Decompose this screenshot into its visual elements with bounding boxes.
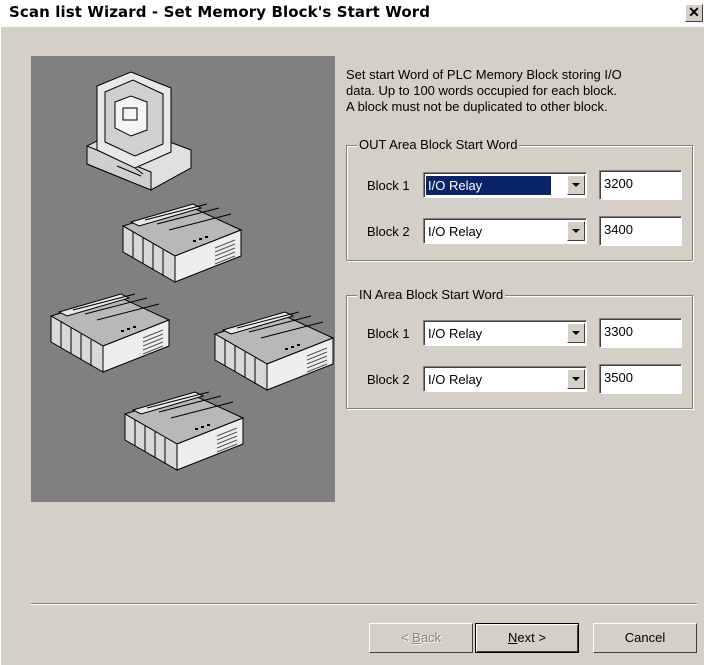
cancel-button-label: Cancel <box>624 630 666 645</box>
next-button-label: Next > <box>508 630 546 645</box>
in-block2-type-select[interactable]: I/O Relay <box>423 366 587 392</box>
back-button[interactable]: < Back <box>369 623 473 653</box>
cancel-button[interactable]: Cancel <box>593 623 697 653</box>
in-block2-type-value[interactable]: I/O Relay <box>426 370 484 389</box>
in-block2-label: Block 2 <box>367 372 410 387</box>
out-block2-start-word-input[interactable]: 3400 <box>599 216 682 246</box>
chevron-down-icon <box>572 377 580 381</box>
instructions-line: data. Up to 100 words occupied for each … <box>346 83 617 98</box>
in-block1-type-select[interactable]: I/O Relay <box>423 320 587 346</box>
in-block1-label: Block 1 <box>367 326 410 341</box>
close-icon[interactable]: ✕ <box>688 4 700 20</box>
window-title: Scan list Wizard - Set Memory Block's St… <box>9 3 431 21</box>
in-area-title: IN Area Block Start Word <box>357 287 506 302</box>
chevron-down-icon <box>572 331 580 335</box>
in-area-group: IN Area Block Start Word Block 1 I/O Rel… <box>346 287 693 409</box>
in-block1-type-value[interactable]: I/O Relay <box>426 324 484 343</box>
out-block2-type-select[interactable]: I/O Relay <box>423 218 587 244</box>
out-block1-label: Block 1 <box>367 178 410 193</box>
out-block2-type-value[interactable]: I/O Relay <box>426 222 484 241</box>
out-block2-dropdown-button[interactable] <box>567 221 585 241</box>
out-block1-start-word-value[interactable]: 3200 <box>600 171 681 199</box>
instructions-line: Set start Word of PLC Memory Block stori… <box>346 67 622 82</box>
instructions-line: A block must not be duplicated to other … <box>346 99 608 114</box>
footer-divider <box>31 603 697 605</box>
in-block1-dropdown-button[interactable] <box>567 323 585 343</box>
plc-unit-icon <box>214 311 334 391</box>
out-area-group: OUT Area Block Start Word Block 1 I/O Re… <box>346 137 693 261</box>
network-illustration <box>31 56 335 502</box>
instructions-text: Set start Word of PLC Memory Block stori… <box>346 67 696 115</box>
title-bar: Scan list Wizard - Set Memory Block's St… <box>1 1 704 27</box>
close-button[interactable]: ✕ <box>685 4 703 22</box>
in-block2-start-word-input[interactable]: 3500 <box>599 364 682 394</box>
plc-unit-icon <box>122 203 242 283</box>
plc-unit-icon <box>50 293 170 373</box>
in-block2-start-word-value[interactable]: 3500 <box>600 365 681 393</box>
out-block1-start-word-input[interactable]: 3200 <box>599 170 682 200</box>
out-block1-type-value[interactable]: I/O Relay <box>426 176 551 195</box>
out-block1-dropdown-button[interactable] <box>567 175 585 195</box>
out-block1-type-select[interactable]: I/O Relay <box>423 172 587 198</box>
chevron-down-icon <box>572 183 580 187</box>
back-button-label: < Back <box>400 630 442 645</box>
plc-unit-icon <box>124 391 244 471</box>
in-block2-dropdown-button[interactable] <box>567 369 585 389</box>
out-block2-label: Block 2 <box>367 224 410 239</box>
computer-icon <box>86 71 192 191</box>
out-area-title: OUT Area Block Start Word <box>357 137 520 152</box>
in-block1-start-word-input[interactable]: 3300 <box>599 318 682 348</box>
in-block1-start-word-value[interactable]: 3300 <box>600 319 681 347</box>
out-block2-start-word-value[interactable]: 3400 <box>600 217 681 245</box>
wizard-window: Scan list Wizard - Set Memory Block's St… <box>0 0 704 665</box>
chevron-down-icon <box>572 229 580 233</box>
next-button[interactable]: Next > <box>475 623 579 653</box>
